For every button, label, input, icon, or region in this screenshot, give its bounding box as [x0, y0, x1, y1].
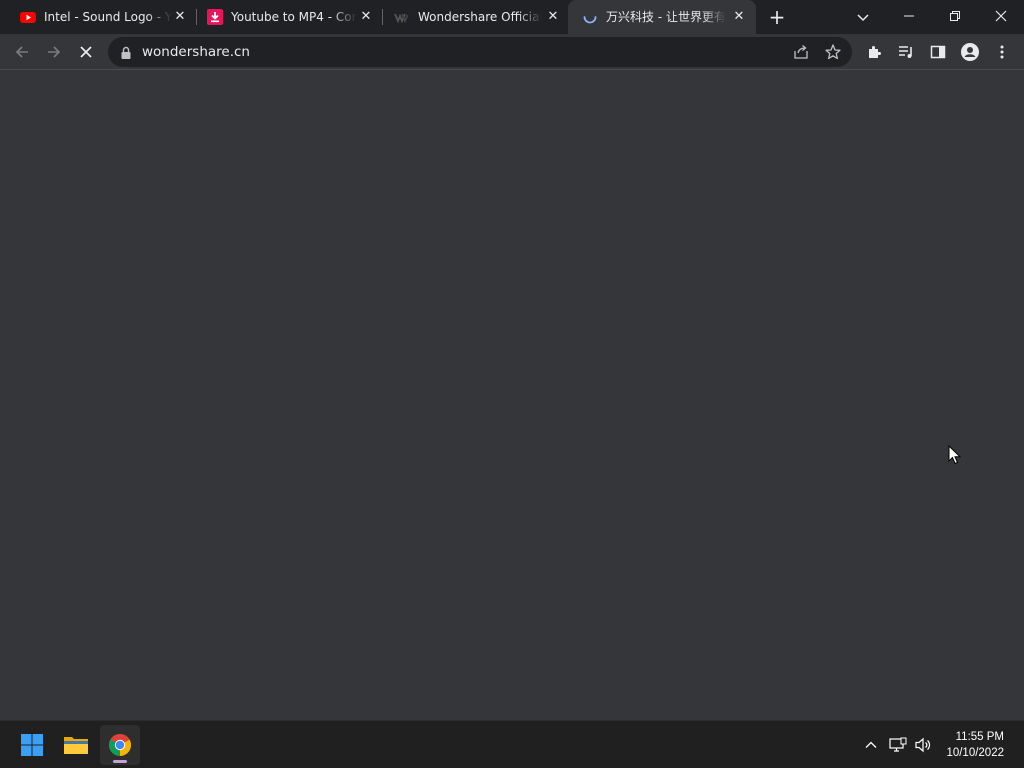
start-button[interactable]: [12, 725, 52, 765]
tab-youtube-to-mp4[interactable]: Youtube to MP4 - Converter ✕: [193, 0, 381, 34]
tab-wondershare-official[interactable]: Wondershare Official Website ✕: [380, 0, 568, 34]
chevron-up-icon[interactable]: [861, 735, 881, 755]
close-window-button[interactable]: [978, 0, 1024, 32]
download-icon: [207, 9, 223, 25]
toolbar: wondershare.cn: [0, 34, 1024, 70]
system-clock[interactable]: 11:55 PM 10/10/2022: [946, 729, 1004, 761]
menu-button[interactable]: [988, 38, 1016, 66]
arrow-left-icon: [15, 46, 28, 58]
network-icon[interactable]: [888, 735, 908, 755]
chrome-taskbar-button[interactable]: [100, 725, 140, 765]
loading-spinner-icon: [582, 9, 598, 25]
tab-title: 万兴科技 - 让世界更有创意: [606, 10, 726, 24]
close-icon: [80, 46, 92, 58]
close-icon[interactable]: ✕: [731, 9, 747, 25]
extensions-button[interactable]: [860, 38, 888, 66]
browser-window: Intel - Sound Logo - YouTube ✕ Youtube t…: [0, 0, 1024, 720]
restore-button[interactable]: [932, 0, 978, 32]
wondershare-icon: [394, 9, 410, 25]
clock-time: 11:55 PM: [955, 731, 1004, 743]
close-icon[interactable]: ✕: [172, 9, 188, 25]
forward-button[interactable]: [40, 38, 68, 66]
file-explorer-icon: [64, 737, 88, 754]
tab-title: Youtube to MP4 - Converter: [231, 10, 357, 24]
tab-wondershare-cn[interactable]: 万兴科技 - 让世界更有创意 ✕: [568, 0, 756, 34]
avatar-icon: [961, 43, 979, 61]
file-explorer-button[interactable]: [56, 725, 96, 765]
lock-icon[interactable]: [120, 45, 132, 64]
chrome-icon: [109, 734, 131, 756]
side-panel-button[interactable]: [924, 38, 952, 66]
close-icon[interactable]: ✕: [358, 9, 374, 25]
page-content[interactable]: [0, 71, 1024, 720]
tab-title: Intel - Sound Logo - YouTube: [44, 10, 172, 24]
url-text[interactable]: wondershare.cn: [142, 37, 250, 67]
address-bar[interactable]: wondershare.cn: [108, 37, 852, 67]
new-tab-button[interactable]: +: [765, 7, 789, 27]
stop-loading-button[interactable]: [72, 38, 100, 66]
back-button[interactable]: [8, 38, 36, 66]
chevron-down-icon[interactable]: [853, 7, 873, 27]
star-icon[interactable]: [824, 43, 842, 61]
volume-icon[interactable]: [913, 735, 933, 755]
media-control-button[interactable]: [892, 38, 920, 66]
tab-title: Wondershare Official Website: [418, 10, 542, 24]
active-indicator: [113, 760, 127, 763]
share-icon[interactable]: [792, 43, 810, 61]
arrow-right-icon: [48, 46, 61, 58]
clock-date: 10/10/2022: [946, 747, 1004, 759]
tab-strip: Intel - Sound Logo - YouTube ✕ Youtube t…: [0, 0, 1024, 34]
taskbar: 11:55 PM 10/10/2022: [0, 720, 1024, 768]
puzzle-icon: [869, 46, 881, 58]
tab-intel-sound-logo[interactable]: Intel - Sound Logo - YouTube ✕: [6, 0, 196, 34]
start-icon: [21, 734, 43, 756]
profile-button[interactable]: [956, 38, 984, 66]
side-panel-icon: [930, 45, 946, 59]
youtube-icon: [20, 9, 36, 25]
mouse-cursor-icon: [948, 445, 962, 465]
kebab-menu-icon: [1000, 45, 1004, 59]
close-icon[interactable]: ✕: [545, 9, 561, 25]
minimize-button[interactable]: [886, 0, 932, 32]
music-queue-icon: [899, 46, 912, 58]
